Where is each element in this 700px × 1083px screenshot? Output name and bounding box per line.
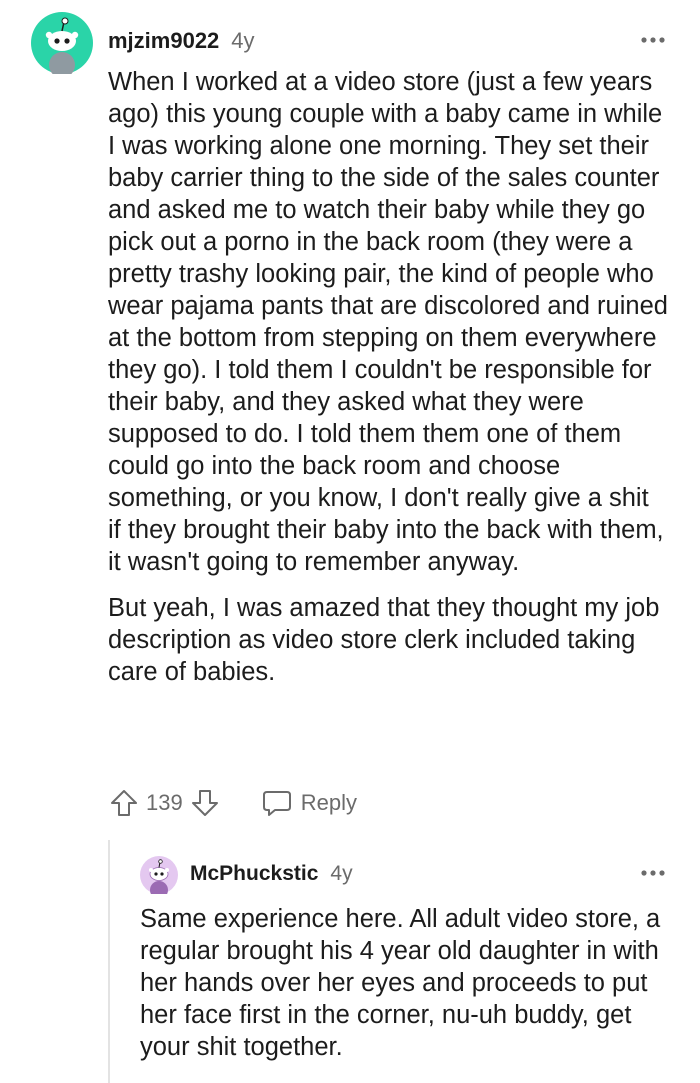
vote-count: 139 — [146, 790, 183, 815]
reply-header: McPhuckstic 4y — [190, 862, 353, 890]
snoo-avatar-icon — [140, 856, 178, 899]
comment-header: mjzim9022 4y — [108, 28, 255, 58]
more-options-icon — [641, 37, 665, 43]
reply-more-options-button[interactable] — [640, 866, 666, 878]
more-options-button[interactable] — [640, 33, 666, 45]
comment-actions: 139 Reply — [108, 786, 357, 820]
reply-paragraph: Same experience here. All adult video st… — [140, 905, 661, 1061]
reply-age: 4y — [330, 862, 353, 885]
reply-label: Reply — [300, 790, 357, 815]
reply-avatar[interactable] — [140, 856, 178, 899]
comment-paragraph: When I worked at a video store (just a f… — [108, 68, 668, 576]
snoo-avatar-icon — [31, 12, 93, 78]
avatar[interactable] — [31, 12, 93, 78]
upvote-button[interactable] — [108, 787, 140, 819]
reply-username[interactable]: McPhuckstic — [190, 862, 318, 886]
reply-button[interactable]: Reply — [261, 788, 357, 818]
comment-paragraph: But yeah, I was amazed that they thought… — [108, 594, 660, 686]
thread-line[interactable] — [108, 840, 110, 1083]
arrow-up-icon — [111, 790, 137, 816]
comment-body: When I worked at a video store (just a f… — [108, 66, 668, 702]
username[interactable]: mjzim9022 — [108, 28, 219, 54]
arrow-down-icon — [191, 790, 218, 816]
downvote-button[interactable] — [189, 787, 221, 819]
more-options-icon — [641, 870, 665, 876]
reply-body: Same experience here. All adult video st… — [140, 903, 680, 1063]
comment-age: 4y — [231, 28, 255, 53]
speech-bubble-icon — [262, 791, 291, 816]
